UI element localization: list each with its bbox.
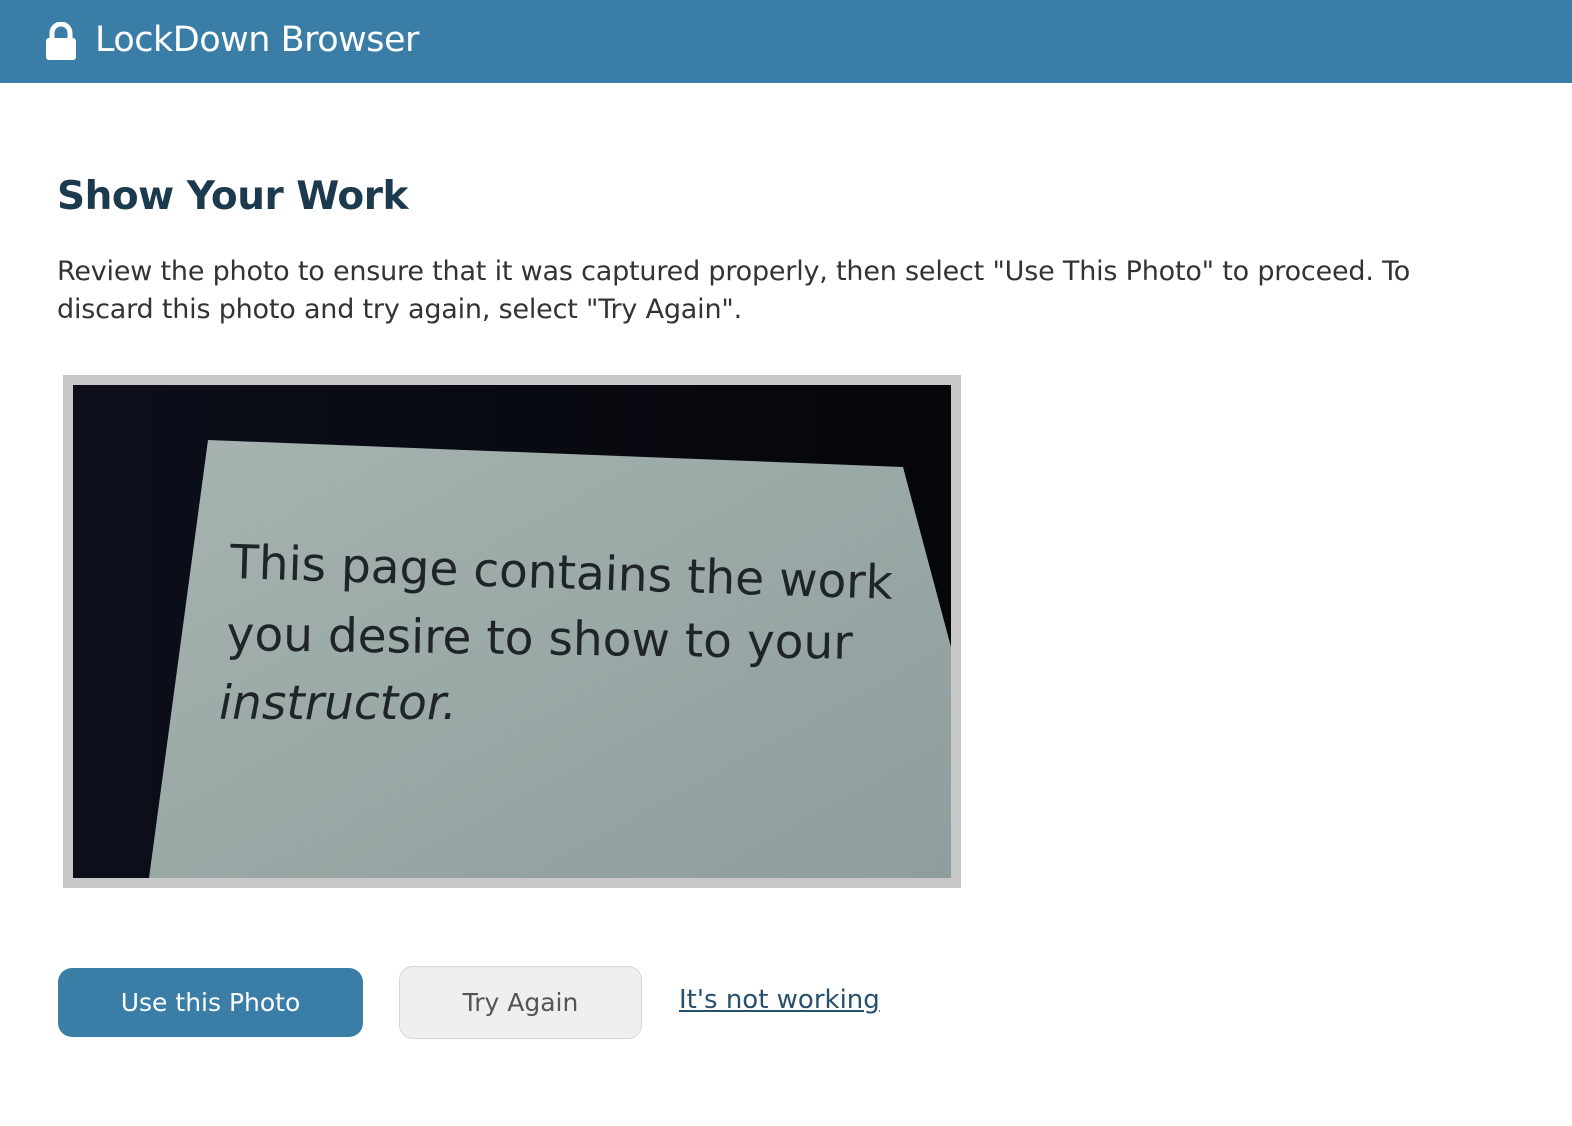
page-title: Show Your Work bbox=[57, 174, 408, 219]
app-title: LockDown Browser bbox=[95, 20, 419, 60]
instructions-text: Review the photo to ensure that it was c… bbox=[57, 256, 1411, 325]
photo-frame: This page contains the work you desire t… bbox=[63, 375, 961, 888]
app-header: LockDown Browser bbox=[0, 0, 1572, 83]
photo-text-line: you desire to show to your bbox=[226, 607, 854, 671]
not-working-link[interactable]: It's not working bbox=[679, 985, 880, 1015]
photo-text-line: This page contains the work bbox=[229, 535, 894, 611]
photo-text-line: instructor. bbox=[219, 676, 457, 731]
captured-photo: This page contains the work you desire t… bbox=[73, 385, 951, 878]
photo-text: This page contains the work you desire t… bbox=[73, 385, 951, 878]
lock-icon bbox=[44, 21, 78, 60]
use-photo-button[interactable]: Use this Photo bbox=[58, 968, 363, 1037]
try-again-button[interactable]: Try Again bbox=[399, 966, 642, 1039]
